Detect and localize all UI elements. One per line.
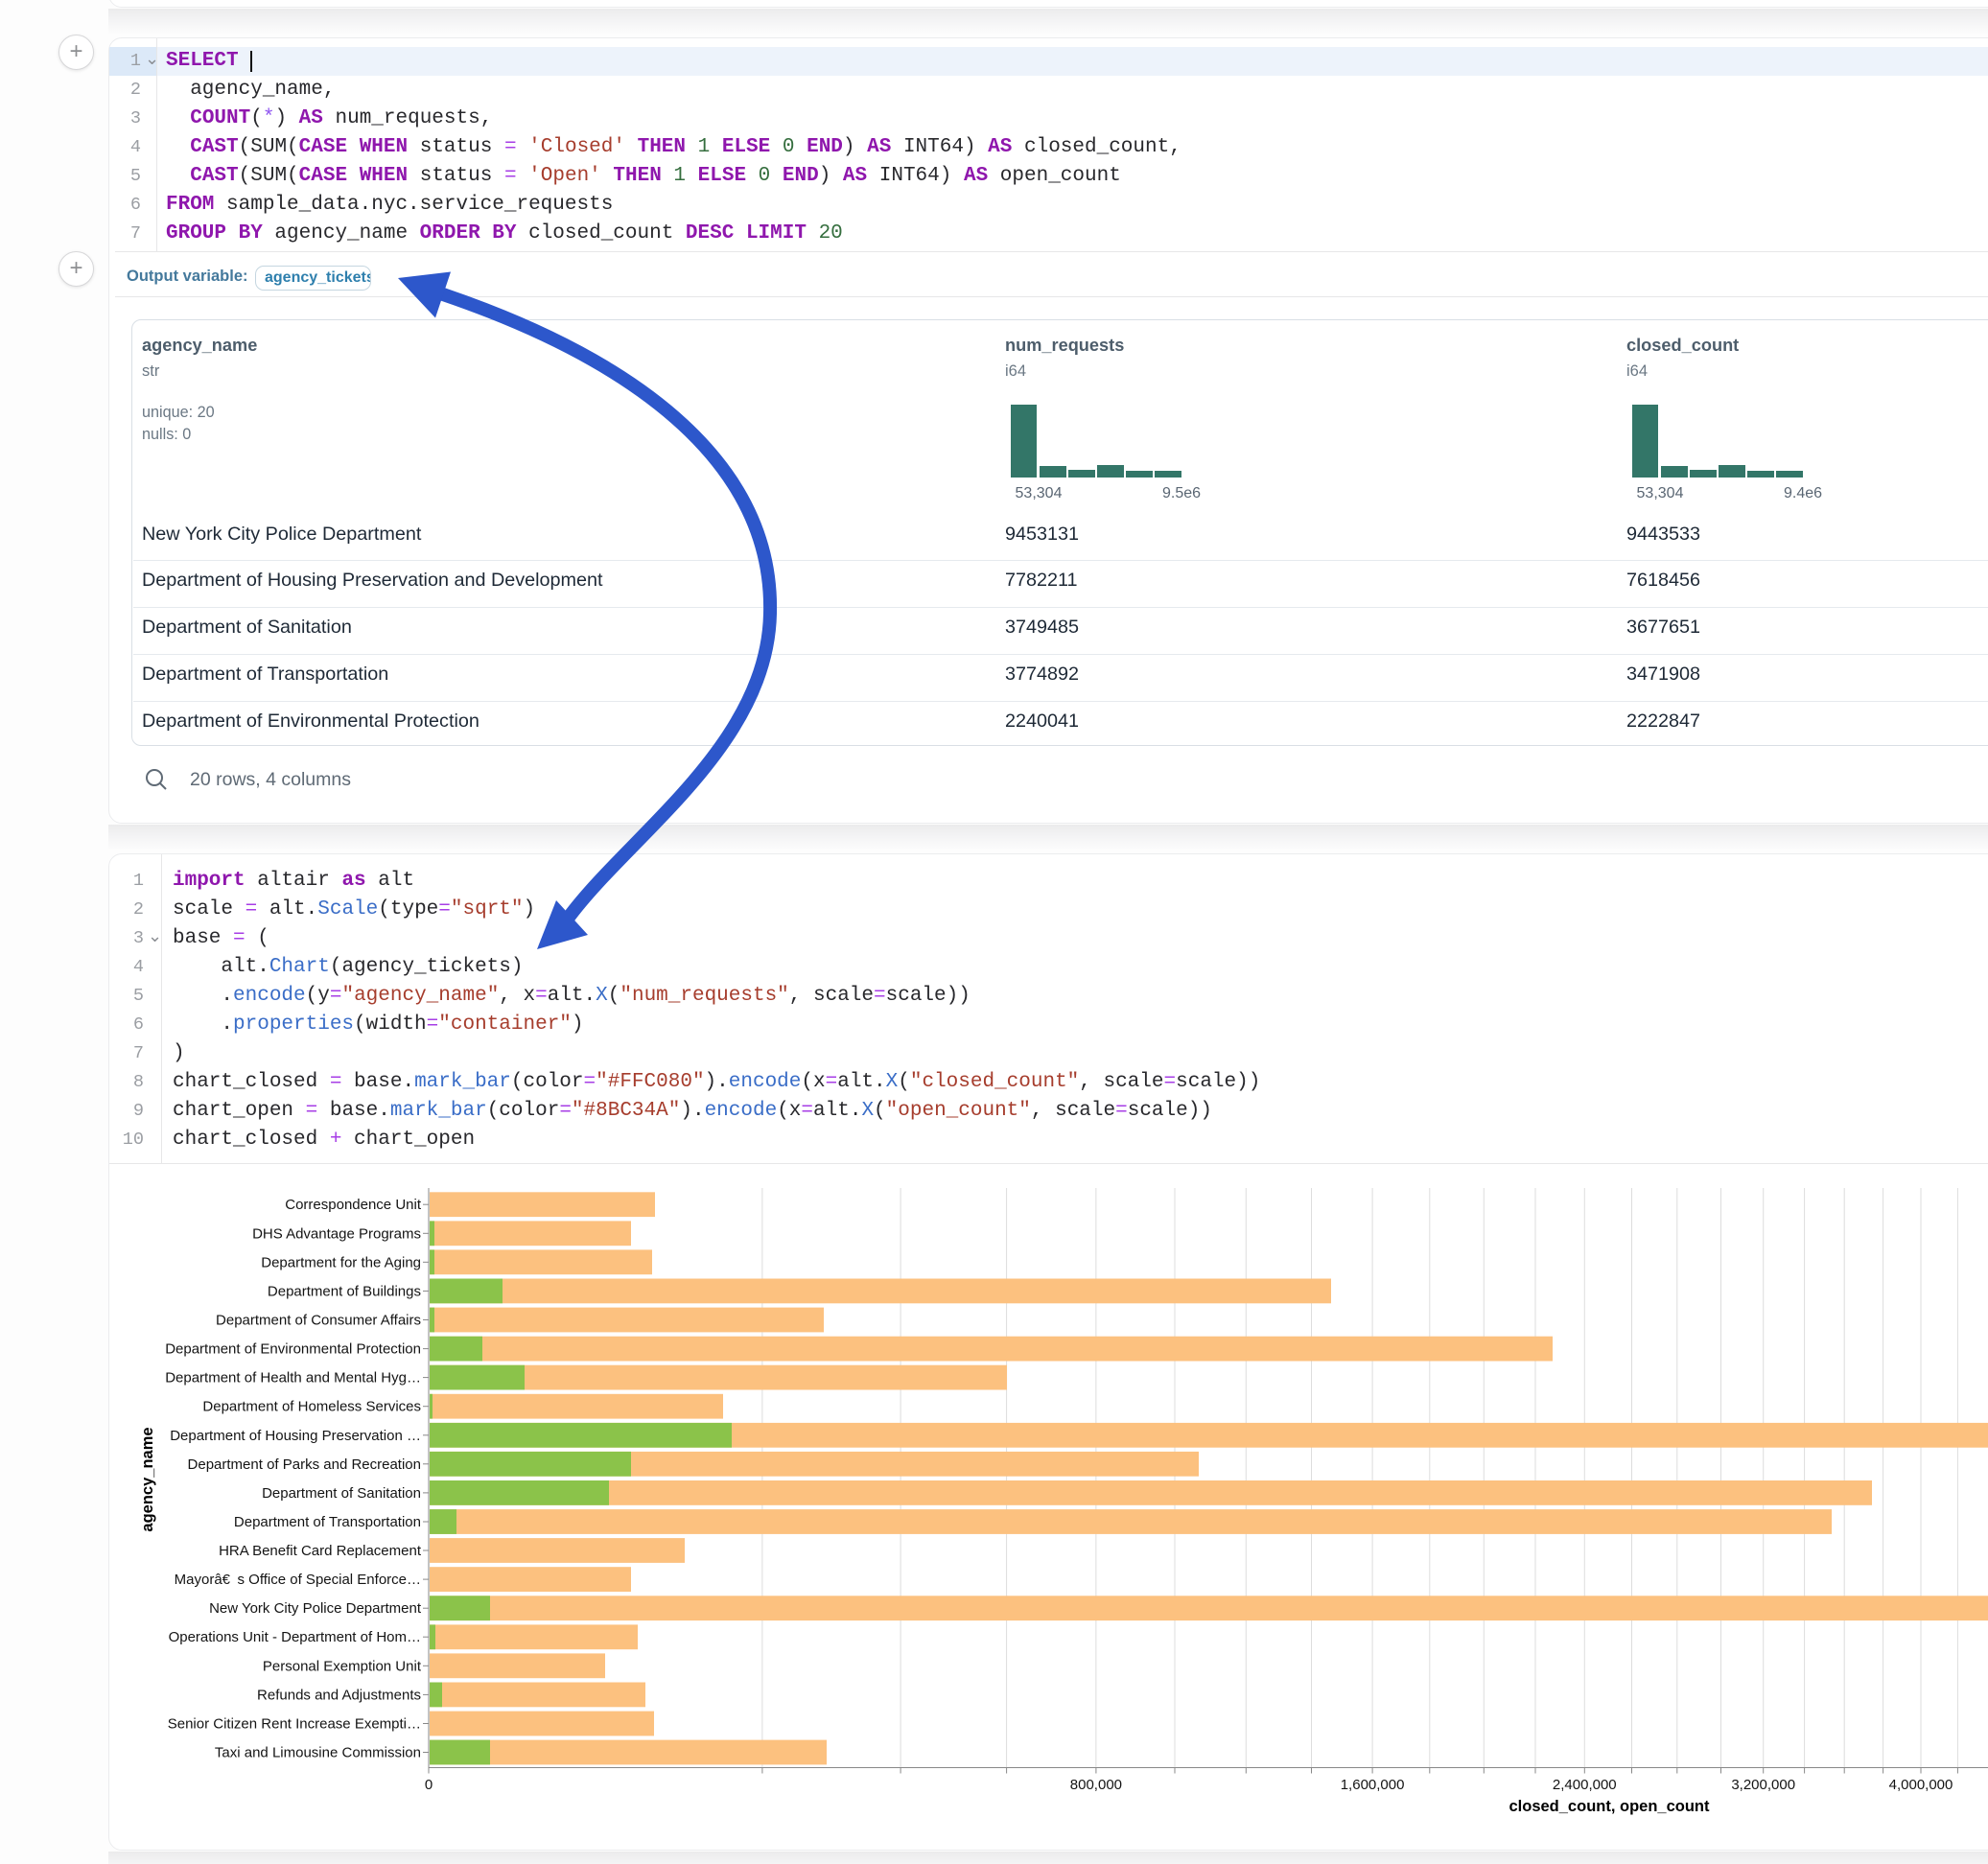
svg-text:2,400,000: 2,400,000: [1553, 1777, 1617, 1793]
svg-text:Personal Exemption Unit: Personal Exemption Unit: [263, 1658, 422, 1674]
svg-text:1,600,000: 1,600,000: [1341, 1777, 1405, 1793]
svg-text:Operations Unit - Department o: Operations Unit - Department of Hom…: [169, 1629, 421, 1645]
svg-text:Taxi and Limousine Commission: Taxi and Limousine Commission: [215, 1745, 421, 1761]
svg-text:Department for the Aging: Department for the Aging: [261, 1254, 421, 1270]
svg-text:Department of Homeless Service: Department of Homeless Services: [202, 1399, 421, 1415]
svg-text:Department of Environmental Pr: Department of Environmental Protection: [165, 1341, 421, 1358]
svg-text:Mayorâ€ s Office of Special En: Mayorâ€ s Office of Special Enforce…: [175, 1572, 421, 1588]
svg-text:Department of Housing Preserva: Department of Housing Preservation …: [170, 1428, 421, 1444]
svg-text:Senior Citizen Rent Increase E: Senior Citizen Rent Increase Exempti…: [168, 1716, 421, 1733]
svg-text:HRA Benefit Card Replacement: HRA Benefit Card Replacement: [219, 1543, 422, 1559]
svg-text:3,200,000: 3,200,000: [1731, 1777, 1795, 1793]
svg-text:Department of Parks and Recrea: Department of Parks and Recreation: [188, 1456, 421, 1473]
svg-text:4,000,000: 4,000,000: [1889, 1777, 1953, 1793]
svg-text:Department of Health and Menta: Department of Health and Mental Hyg…: [165, 1370, 421, 1386]
svg-text:New York City Police Departmen: New York City Police Department: [209, 1600, 422, 1617]
svg-text:Department of Consumer Affairs: Department of Consumer Affairs: [216, 1313, 421, 1329]
svg-text:closed_count, open_count: closed_count, open_count: [1509, 1798, 1710, 1815]
svg-text:agency_name: agency_name: [139, 1427, 156, 1531]
svg-text:Department of Sanitation: Department of Sanitation: [262, 1485, 421, 1502]
svg-text:800,000: 800,000: [1070, 1777, 1122, 1793]
svg-text:Correspondence Unit: Correspondence Unit: [285, 1197, 422, 1213]
svg-text:Refunds and Adjustments: Refunds and Adjustments: [257, 1687, 421, 1703]
svg-text:0: 0: [425, 1777, 433, 1793]
svg-text:DHS Advantage Programs: DHS Advantage Programs: [252, 1225, 421, 1242]
svg-text:Department of Buildings: Department of Buildings: [268, 1283, 421, 1299]
svg-text:Department of Transportation: Department of Transportation: [234, 1514, 421, 1530]
